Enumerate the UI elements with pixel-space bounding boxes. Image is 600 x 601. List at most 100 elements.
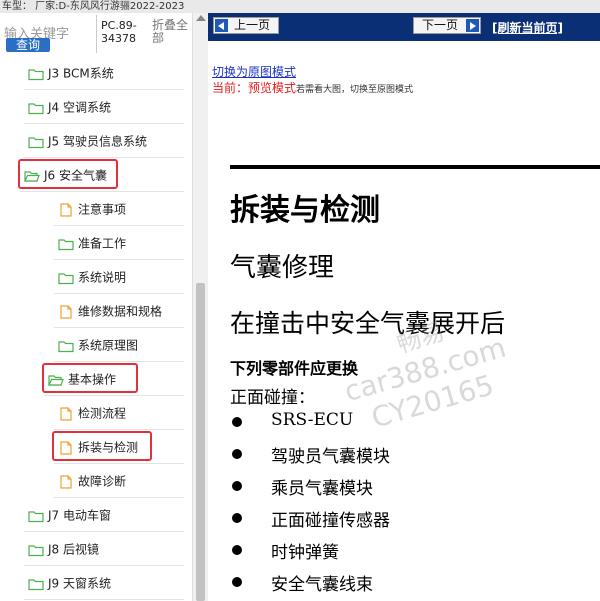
folder-icon <box>28 68 44 80</box>
search-area: 输入关键字 查询 PC.89- 34378 折叠全 部 <box>0 13 192 56</box>
folder-icon <box>28 578 44 590</box>
replacement-part-label: SRS-ECU <box>271 410 354 430</box>
tree-item-label: J7 电动车窗 <box>48 508 111 523</box>
tree-item[interactable]: J5 驾驶员信息系统 <box>28 127 147 155</box>
next-page-button[interactable]: 下一页 <box>413 17 481 34</box>
tree-scrollbar[interactable] <box>192 13 208 601</box>
tree-item[interactable]: 检测流程 <box>58 399 126 427</box>
highlight-box <box>42 363 138 393</box>
tree-row-divider <box>54 429 184 430</box>
folder-icon <box>58 238 74 250</box>
part-code-line2: 34378 <box>101 32 136 45</box>
tree-item-label: 系统说明 <box>78 270 127 285</box>
highlight-box <box>18 159 118 189</box>
bullet-icon <box>232 513 242 523</box>
tree-row-divider <box>54 463 184 464</box>
tree-row-divider <box>24 531 184 532</box>
top-status-bar: 车型： 厂家:D-东风风行游骊2022-2023 <box>0 0 600 13</box>
tree-item[interactable]: 系统原理图 <box>58 331 138 359</box>
document-subtitle-repair: 气囊修理 <box>230 253 335 283</box>
content-panel: 上一页 下一页 [刷新当前页] 切换为原图模式 当前：预览模式若需看大图，切换至… <box>208 13 600 601</box>
folder-icon <box>28 510 44 522</box>
left-panel: 输入关键字 查询 PC.89- 34378 折叠全 部 J3 BCM系统 J4 空… <box>0 13 208 601</box>
tree-row-divider <box>54 293 184 294</box>
tree-item-label: J8 后视镜 <box>48 542 99 557</box>
bullet-icon <box>232 417 242 427</box>
bullet-icon <box>232 577 242 587</box>
tree-item[interactable]: J8 后视镜 <box>28 535 99 563</box>
refresh-page-link[interactable]: [刷新当前页] <box>492 19 563 36</box>
bullet-icon <box>232 449 242 459</box>
bullet-icon <box>232 545 242 555</box>
search-divider <box>96 15 97 53</box>
document-icon <box>60 304 72 319</box>
tree-item-label: J3 BCM系统 <box>48 66 114 81</box>
replacement-part-label: 安全气囊线束 <box>271 575 373 595</box>
folder-icon <box>28 136 44 148</box>
document-icon <box>60 406 72 421</box>
tree-item[interactable]: J3 BCM系统 <box>28 59 114 87</box>
tree-row-divider <box>54 259 184 260</box>
tree-row-divider <box>24 89 184 90</box>
tree-row-divider <box>24 599 184 600</box>
tree-item[interactable]: 故障诊断 <box>58 467 126 495</box>
replacement-part-label: 乘员气囊模块 <box>271 479 373 499</box>
vehicle-info-text: 车型： 厂家:D-东风风行游骊2022-2023 <box>2 1 185 12</box>
left-arrow-icon <box>215 19 228 32</box>
previous-page-label: 上一页 <box>234 18 271 32</box>
folder-icon <box>28 544 44 556</box>
tree-item-label: 准备工作 <box>78 236 127 251</box>
right-arrow-icon <box>466 19 479 32</box>
tree-item[interactable]: 准备工作 <box>58 229 126 257</box>
tree-item[interactable]: 系统说明 <box>58 263 126 291</box>
document-icon <box>60 474 72 489</box>
folder-icon <box>28 102 44 114</box>
tree-row-divider <box>54 361 184 362</box>
current-mode-label: 当前：预览模式 <box>212 81 297 95</box>
bullet-icon <box>232 481 242 491</box>
tree-row-divider <box>54 225 184 226</box>
folder-icon <box>58 272 74 284</box>
tree-item-label: J9 天窗系统 <box>48 576 111 591</box>
current-mode-line: 当前：预览模式若需看大图，切换至原图模式 <box>212 79 413 96</box>
scroll-up-arrow-icon[interactable] <box>196 15 206 21</box>
scroll-thumb[interactable] <box>196 283 205 601</box>
tree-row-divider <box>24 123 184 124</box>
collapse-all-button[interactable]: 折叠全 部 <box>152 19 192 45</box>
tree-item[interactable]: 注意事项 <box>58 195 126 223</box>
tree-item[interactable]: J7 电动车窗 <box>28 501 111 529</box>
query-button[interactable]: 查询 <box>6 38 50 52</box>
parts-heading: 下列零部件应更换 <box>230 359 359 378</box>
previous-page-button[interactable]: 上一页 <box>213 17 279 34</box>
tree-row-divider <box>20 191 184 192</box>
front-collision-label: 正面碰撞： <box>230 388 315 408</box>
current-mode-hint: 若需看大图，切换至原图模式 <box>296 85 414 95</box>
part-code: PC.89- 34378 <box>101 19 149 45</box>
next-page-label: 下一页 <box>422 18 459 32</box>
highlight-box <box>52 431 152 461</box>
tree-item-label: 系统原理图 <box>78 338 139 353</box>
tree-item[interactable]: J9 天窗系统 <box>28 569 111 597</box>
tree-item[interactable]: J4 空调系统 <box>28 93 111 121</box>
document-icon <box>60 202 72 217</box>
tree-item-label: J5 驾驶员信息系统 <box>48 134 147 149</box>
tree-item-label: 维修数据和规格 <box>78 304 163 319</box>
tree-row-divider <box>54 327 184 328</box>
tree-item-label: 注意事项 <box>78 202 127 217</box>
replacement-part-label: 正面碰撞传感器 <box>271 511 390 531</box>
tree-item-label: J4 空调系统 <box>48 100 111 115</box>
tree-item-label: 检测流程 <box>78 406 127 421</box>
replacement-part-label: 时钟弹簧 <box>271 543 339 563</box>
part-code-line1: PC.89- <box>101 19 137 32</box>
tree-item[interactable]: 维修数据和规格 <box>58 297 162 325</box>
tree-row-divider <box>54 497 184 498</box>
tree-row-divider <box>24 157 184 158</box>
document-title: 拆装与检测 <box>230 193 380 228</box>
collapse-all-line2: 部 <box>152 31 165 45</box>
folder-icon <box>58 340 74 352</box>
tree-row-divider <box>24 565 184 566</box>
replacement-part-label: 驾驶员气囊模块 <box>271 447 390 467</box>
tree-row-divider <box>44 395 184 396</box>
page-nav-bar: 上一页 下一页 [刷新当前页] <box>208 13 600 41</box>
switch-original-mode-link[interactable]: 切换为原图模式 <box>212 63 296 80</box>
